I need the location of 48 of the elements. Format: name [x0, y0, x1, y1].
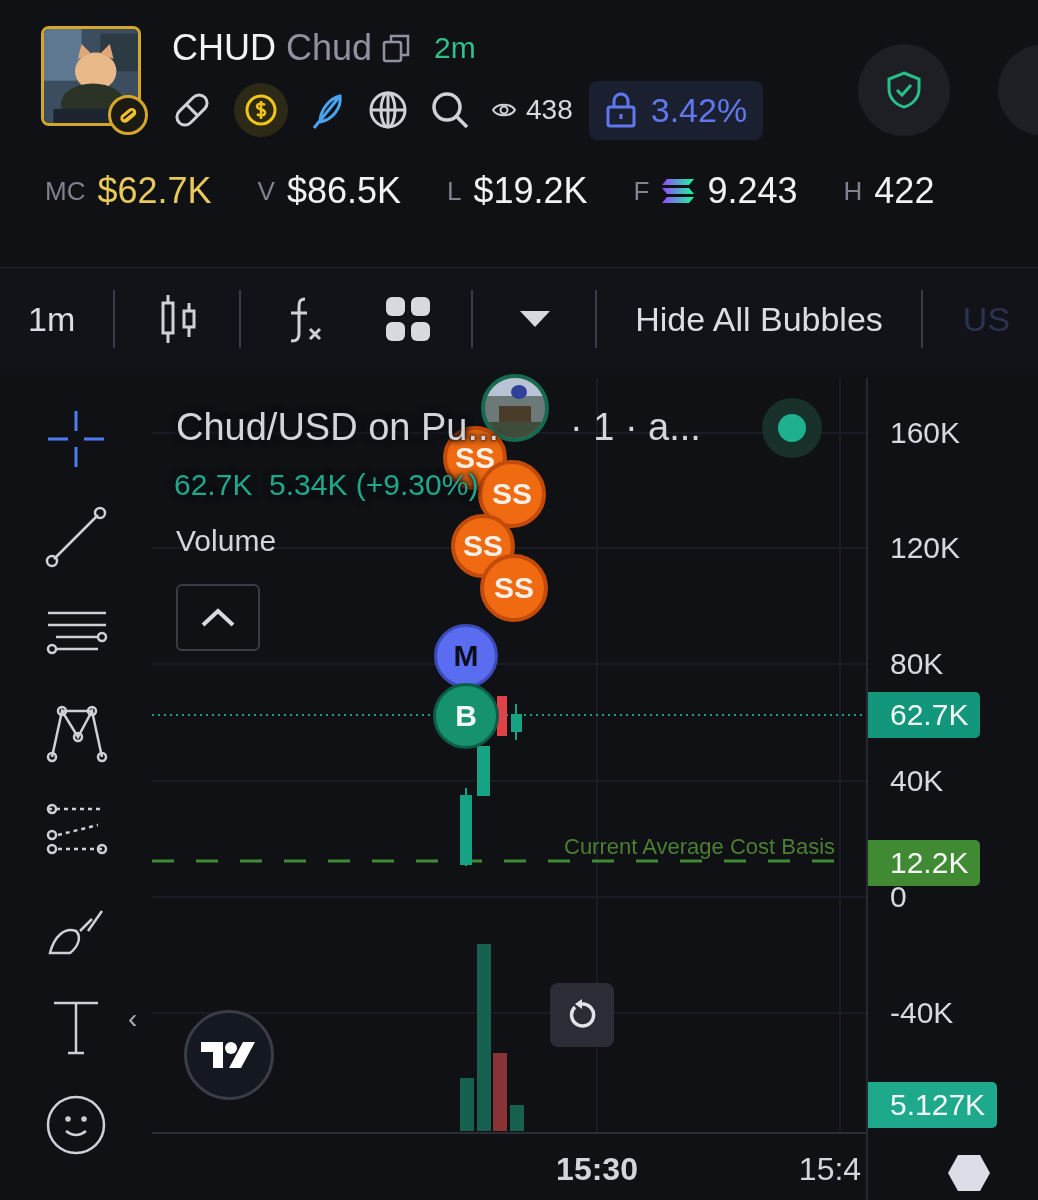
- price-axis-label: 80K: [890, 647, 944, 681]
- price-tag: 62.7K: [868, 692, 981, 738]
- copy-icon[interactable]: [382, 33, 411, 63]
- chevron-up-icon: [201, 607, 235, 628]
- stat-label: MC: [45, 175, 86, 207]
- chart-interval: · 1 · a...: [570, 406, 701, 449]
- hexagon-icon[interactable]: [948, 1154, 990, 1192]
- caret-icon[interactable]: [519, 310, 552, 328]
- token-symbol: CHUD: [172, 27, 276, 69]
- stat-label: F: [633, 175, 650, 207]
- shield-check-icon: [886, 70, 922, 110]
- eye-icon: [492, 101, 516, 119]
- price-axis-label: 40K: [890, 764, 944, 798]
- trade-bubble[interactable]: B: [433, 683, 499, 749]
- token-age: 2m: [434, 31, 476, 65]
- stat-label: L: [447, 175, 462, 207]
- lock-icon: [604, 92, 637, 128]
- stat-value: 422: [874, 170, 935, 212]
- stat-value: $19.2K: [473, 170, 588, 212]
- locked-badge: 3.42%: [588, 80, 764, 140]
- token-name: Chud: [286, 27, 373, 69]
- view-count: 438: [526, 94, 573, 126]
- layout-grid-icon[interactable]: [385, 296, 432, 342]
- price-axis-label: -40K: [890, 996, 954, 1030]
- price-axis-label: 120K: [890, 531, 961, 565]
- solana-icon: [661, 177, 696, 205]
- stat-value: $86.5K: [286, 170, 401, 212]
- cost-basis-label: Current Average Cost Basis: [564, 834, 836, 860]
- trade-bubble[interactable]: M: [434, 624, 498, 688]
- collapse-arrow[interactable]: ‹: [128, 1003, 138, 1035]
- interval-button[interactable]: 1m: [28, 299, 76, 339]
- time-label: 15:4: [798, 1151, 862, 1188]
- collapse-button[interactable]: [176, 584, 260, 651]
- coin-icon[interactable]: [234, 83, 288, 137]
- search-icon[interactable]: [430, 90, 470, 130]
- time-label: 15:30: [556, 1151, 638, 1188]
- stat-label: V: [257, 175, 275, 207]
- price-tag: 5.127K: [868, 1082, 998, 1128]
- stat-label: H: [843, 175, 863, 207]
- pill-icon: [108, 95, 148, 135]
- volume-label: Volume: [176, 524, 277, 558]
- price-tag: 12.2K: [868, 840, 981, 886]
- hide-bubbles-button[interactable]: Hide All Bubbles: [635, 299, 883, 339]
- globe-icon[interactable]: [368, 90, 408, 130]
- stat-value: $62.7K: [97, 170, 212, 212]
- reset-button[interactable]: [550, 983, 614, 1047]
- price-axis-label: 160K: [890, 416, 961, 450]
- stat-value: 9.243: [707, 170, 798, 212]
